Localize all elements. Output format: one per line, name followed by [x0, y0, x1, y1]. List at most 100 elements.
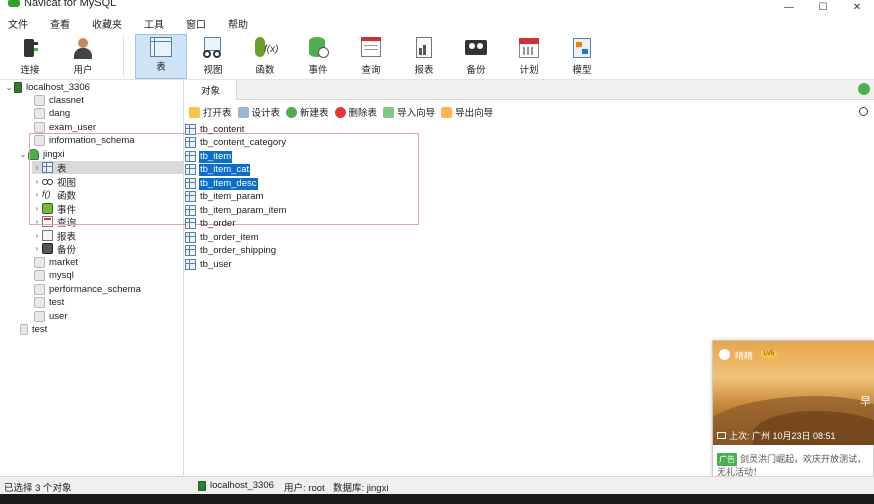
- table-item[interactable]: tb_item_desc: [185, 177, 258, 190]
- table-icon: [185, 205, 196, 216]
- filter-icon[interactable]: [858, 83, 870, 95]
- search-icon[interactable]: [859, 107, 868, 116]
- backup-icon: [42, 243, 53, 254]
- delete-table-button[interactable]: 删除表: [334, 105, 377, 119]
- table-button[interactable]: 表: [135, 34, 187, 79]
- delete-table-icon: [334, 106, 346, 118]
- event-button[interactable]: 事件: [292, 34, 344, 79]
- table-item[interactable]: tb_content_category: [185, 136, 287, 149]
- database-icon: [34, 311, 45, 322]
- table-icon: [185, 232, 196, 243]
- schedule-button[interactable]: 计划: [503, 34, 555, 79]
- database-icon: [34, 108, 45, 119]
- table-item[interactable]: tb_order_item: [185, 231, 260, 244]
- tree-db-mysql[interactable]: mysql: [24, 269, 74, 282]
- database-icon: [34, 122, 45, 133]
- popup-username: 晴睛: [735, 351, 754, 361]
- collapse-arrow-icon[interactable]: ⌄: [4, 83, 14, 92]
- menu-tools[interactable]: 工具: [144, 16, 164, 31]
- tab-objects[interactable]: 对象: [185, 80, 237, 100]
- table-item[interactable]: tb_item_cat: [185, 163, 251, 176]
- function-button[interactable]: f(x) 函数: [239, 34, 291, 79]
- event-icon: [306, 36, 330, 60]
- database-icon: [34, 284, 45, 295]
- tree-db-user[interactable]: user: [24, 310, 67, 323]
- menu-help[interactable]: 帮助: [228, 16, 248, 31]
- view-icon: [201, 36, 225, 60]
- close-button[interactable]: ✕: [840, 0, 874, 14]
- navicat-logo-icon: [8, 0, 20, 7]
- table-item[interactable]: tb_item: [185, 150, 233, 163]
- status-user: 用户: root: [284, 483, 325, 494]
- query-icon: [359, 36, 383, 60]
- report-button[interactable]: 报表: [398, 34, 450, 79]
- popup-side-text: 早: [860, 396, 871, 408]
- tree-db-dang[interactable]: dang: [24, 107, 70, 120]
- table-item[interactable]: tb_order: [185, 217, 236, 230]
- design-table-button[interactable]: 设计表: [237, 105, 280, 119]
- expand-arrow-icon[interactable]: ›: [32, 244, 42, 253]
- user-icon: [71, 36, 95, 60]
- user-button[interactable]: 用户: [57, 34, 109, 79]
- tree-db-test[interactable]: test: [24, 296, 64, 309]
- table-icon: [185, 191, 196, 202]
- status-server: localhost_3306: [198, 480, 274, 491]
- title-bar: Navicat for MySQL — ☐ ✕: [0, 0, 874, 14]
- open-table-icon: [189, 106, 200, 118]
- tree-db-performance-schema[interactable]: performance_schema: [24, 283, 141, 296]
- menu-view[interactable]: 查看: [50, 16, 70, 31]
- tree-server-localhost[interactable]: ⌄ localhost_3306: [4, 81, 90, 94]
- import-wizard-button[interactable]: 导入向导: [383, 105, 435, 119]
- database-icon: [34, 297, 45, 308]
- expand-arrow-icon[interactable]: ›: [32, 231, 42, 240]
- object-tab-bar: 对象: [185, 80, 874, 100]
- window-controls: — ☐ ✕: [772, 0, 874, 14]
- table-item[interactable]: tb_user: [185, 258, 233, 271]
- design-table-icon: [237, 106, 249, 118]
- table-icon: [185, 178, 196, 189]
- minimize-button[interactable]: —: [772, 0, 806, 14]
- query-button[interactable]: 查询: [345, 34, 397, 79]
- selection-status: 已选择 3 个对象: [4, 483, 72, 494]
- import-icon: [383, 106, 395, 118]
- table-item[interactable]: tb_content: [185, 123, 245, 136]
- level-badge: LV5: [761, 350, 777, 358]
- menu-window[interactable]: 窗口: [186, 16, 206, 31]
- table-item[interactable]: tb_item_param_item: [185, 204, 288, 217]
- table-icon: [185, 259, 196, 270]
- main-toolbar: 连接 用户 表 视图 f(x) 函数 事件 查询 报表 备份 计划 模型: [0, 32, 874, 80]
- database-icon: [34, 270, 45, 281]
- model-button[interactable]: 模型: [556, 34, 608, 79]
- new-table-icon: [286, 106, 298, 118]
- backup-button[interactable]: 备份: [450, 34, 502, 79]
- popup-banner-image: 晴睛 LV5 早 上次: 广州 10月23日 08:51: [713, 341, 874, 445]
- schedule-icon: [517, 36, 541, 60]
- maximize-button[interactable]: ☐: [806, 0, 840, 14]
- table-item[interactable]: tb_item_param: [185, 190, 264, 203]
- notification-popup[interactable]: 晴睛 LV5 早 上次: 广州 10月23日 08:51 广告 剑灵洪门崛起，欢庆…: [712, 340, 874, 492]
- window-title: Navicat for MySQL: [24, 0, 117, 9]
- tree-db-market[interactable]: market: [24, 256, 78, 269]
- report-icon: [412, 36, 436, 60]
- tree-node-backups[interactable]: › 备份: [32, 242, 76, 256]
- tree-node-reports[interactable]: › 报表: [32, 229, 76, 243]
- backup-icon: [464, 36, 488, 60]
- new-table-button[interactable]: 新建表: [286, 105, 329, 119]
- table-icon: [150, 37, 172, 57]
- last-login: 上次: 广州 10月23日 08:51: [717, 429, 836, 442]
- toolbar-separator: [123, 36, 124, 76]
- export-wizard-button[interactable]: 导出向导: [441, 105, 493, 119]
- table-icon: [185, 218, 196, 229]
- table-icon: [185, 164, 196, 175]
- connection-button[interactable]: 连接: [4, 34, 56, 79]
- menu-file[interactable]: 文件: [8, 16, 28, 31]
- menu-favorites[interactable]: 收藏夹: [92, 16, 122, 31]
- tree-server-test[interactable]: test: [10, 323, 47, 336]
- table-item[interactable]: tb_order_shipping: [185, 244, 277, 257]
- collapse-arrow-icon[interactable]: ⌄: [18, 150, 28, 159]
- function-icon: f(x): [253, 36, 278, 60]
- open-table-button[interactable]: 打开表: [189, 105, 232, 119]
- tree-db-classnet[interactable]: classnet: [24, 94, 84, 107]
- ad-badge: 广告: [717, 453, 737, 466]
- view-button[interactable]: 视图: [187, 34, 239, 79]
